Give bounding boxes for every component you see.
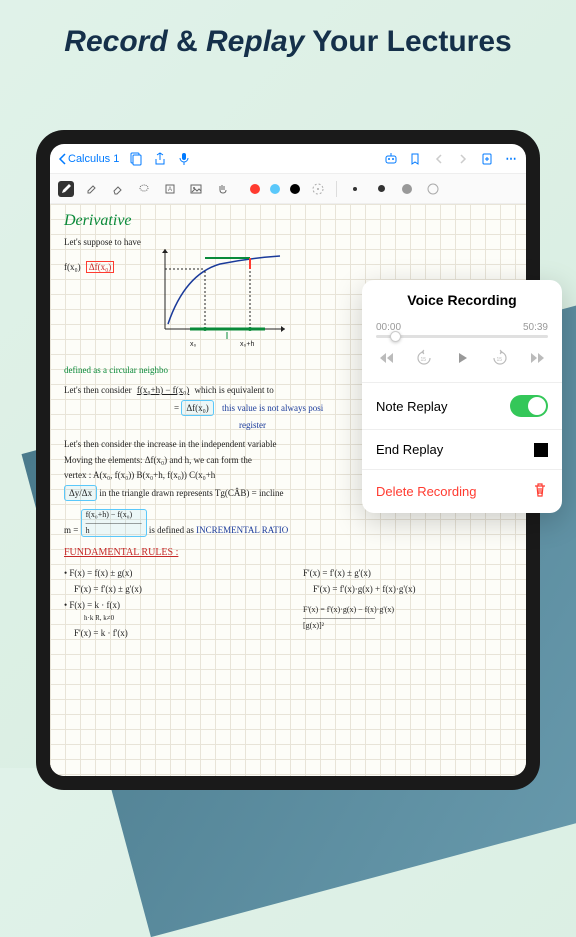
svg-text:A: A: [168, 187, 172, 193]
highlighter-icon[interactable]: [84, 181, 100, 197]
add-page-icon[interactable]: [480, 152, 494, 166]
svg-text:15: 15: [421, 357, 427, 363]
image-tool-icon[interactable]: [188, 181, 204, 197]
note-replay-row[interactable]: Note Replay: [362, 382, 562, 429]
delete-recording-row[interactable]: Delete Recording: [362, 469, 562, 513]
popup-player: 00:00 50:39 15 15: [362, 316, 562, 382]
play-icon[interactable]: [452, 348, 472, 368]
undo-icon[interactable]: [432, 152, 446, 166]
stroke-thick-icon[interactable]: [399, 181, 415, 197]
documents-icon[interactable]: [129, 152, 143, 166]
color-picker-icon[interactable]: [310, 181, 326, 197]
note-replay-toggle[interactable]: [510, 395, 548, 417]
more-icon[interactable]: ⋯: [504, 152, 518, 166]
toolbar-top: Calculus 1: [50, 144, 526, 174]
back-label: Calculus 1: [68, 153, 119, 165]
forward-15-icon[interactable]: 15: [490, 348, 510, 368]
toolbar-tools: A: [50, 174, 526, 204]
color-red[interactable]: [250, 184, 260, 194]
pen-tool-icon[interactable]: [58, 181, 74, 197]
microphone-icon[interactable]: [177, 152, 191, 166]
progress-thumb[interactable]: [390, 331, 401, 342]
note-replay-label: Note Replay: [376, 399, 448, 414]
end-replay-label: End Replay: [376, 442, 443, 457]
end-replay-row[interactable]: End Replay: [362, 429, 562, 469]
trash-icon[interactable]: [532, 482, 548, 501]
skip-forward-icon[interactable]: [528, 348, 548, 368]
stroke-thin-icon[interactable]: [347, 181, 363, 197]
note-title: Derivative: [64, 212, 512, 230]
time-end: 50:39: [523, 322, 548, 333]
rewind-15-icon[interactable]: 15: [414, 348, 434, 368]
robot-icon[interactable]: [384, 152, 398, 166]
skip-back-icon[interactable]: [376, 348, 396, 368]
stroke-med-icon[interactable]: [373, 181, 389, 197]
stop-icon[interactable]: [534, 443, 548, 457]
svg-text:15: 15: [497, 357, 503, 363]
redo-icon[interactable]: [456, 152, 470, 166]
back-button[interactable]: Calculus 1: [58, 153, 119, 165]
playback-progress[interactable]: [376, 335, 548, 338]
eraser-icon[interactable]: [110, 181, 126, 197]
function-graph: [150, 244, 290, 339]
bookmark-icon[interactable]: [408, 152, 422, 166]
share-icon[interactable]: [153, 152, 167, 166]
color-black[interactable]: [290, 184, 300, 194]
color-cyan[interactable]: [270, 184, 280, 194]
text-tool-icon[interactable]: A: [162, 181, 178, 197]
voice-recording-popup: Voice Recording 00:00 50:39 15 15: [362, 280, 562, 513]
hand-tool-icon[interactable]: [214, 181, 230, 197]
stroke-settings-icon[interactable]: [425, 181, 441, 197]
section-title: FUNDAMENTAL RULES :: [64, 547, 512, 558]
popup-title: Voice Recording: [362, 280, 562, 316]
hero-title: Record & Replay Your Lectures: [0, 0, 576, 76]
lasso-icon[interactable]: [136, 181, 152, 197]
delete-label: Delete Recording: [376, 484, 476, 499]
